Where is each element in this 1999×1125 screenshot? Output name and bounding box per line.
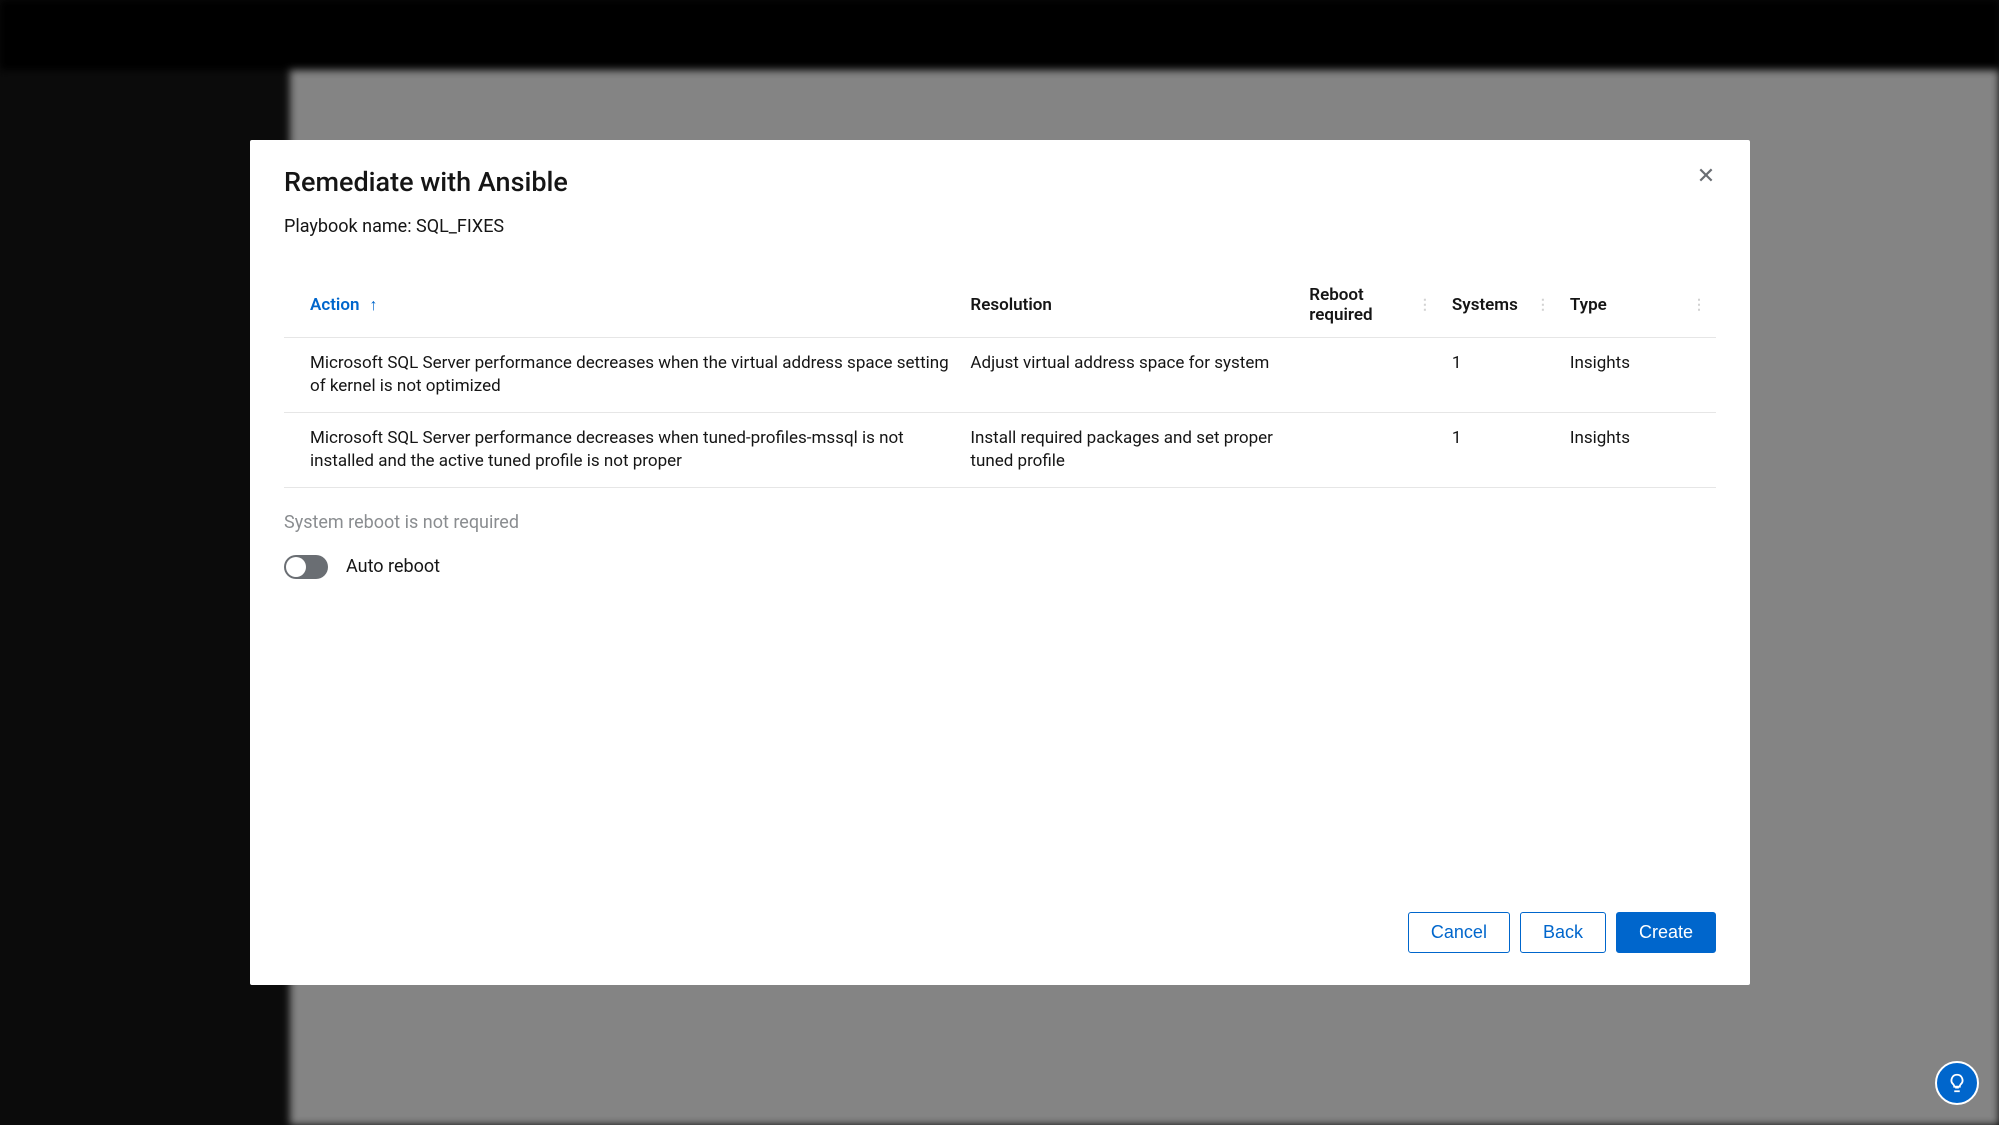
remediate-modal: Remediate with Ansible Playbook name: SQ… [250, 140, 1750, 985]
cell-reboot [1299, 412, 1442, 487]
auto-reboot-label: Auto reboot [346, 556, 440, 577]
sort-asc-icon: ↑ [369, 295, 377, 315]
playbook-name: SQL_FIXES [416, 216, 504, 237]
create-button[interactable]: Create [1616, 912, 1716, 953]
cell-reboot [1299, 338, 1442, 413]
table-row: Microsoft SQL Server performance decreas… [284, 412, 1716, 487]
actions-table: Action ↑ Resolution Reboot required ⋮ [284, 273, 1716, 488]
auto-reboot-toggle[interactable] [284, 555, 328, 579]
table-row: Microsoft SQL Server performance decreas… [284, 338, 1716, 413]
cell-action: Microsoft SQL Server performance decreas… [284, 412, 960, 487]
col-header-reboot[interactable]: Reboot required ⋮ [1299, 273, 1442, 338]
toggle-knob [286, 557, 306, 577]
sort-handle-icon: ⋮ [1684, 297, 1706, 313]
playbook-name-row: Playbook name: SQL_FIXES [284, 216, 1716, 237]
cell-resolution: Install required packages and set proper… [960, 412, 1299, 487]
sort-handle-icon: ⋮ [1410, 297, 1432, 313]
auto-reboot-row: Auto reboot [284, 555, 1716, 579]
col-label-resolution: Resolution [970, 295, 1051, 315]
sort-handle-icon: ⋮ [1528, 297, 1550, 313]
close-button[interactable]: ✕ [1690, 160, 1722, 192]
reboot-note: System reboot is not required [284, 512, 1716, 533]
cell-resolution: Adjust virtual address space for system [960, 338, 1299, 413]
modal-footer: Cancel Back Create [250, 892, 1750, 985]
col-header-systems[interactable]: Systems ⋮ [1442, 273, 1560, 338]
cancel-button[interactable]: Cancel [1408, 912, 1510, 953]
col-header-action[interactable]: Action ↑ [284, 273, 960, 338]
playbook-label: Playbook name: [284, 216, 412, 237]
col-label-type: Type [1570, 295, 1607, 315]
cell-type: Insights [1560, 338, 1716, 413]
cell-action: Microsoft SQL Server performance decreas… [284, 338, 960, 413]
col-header-resolution[interactable]: Resolution [960, 273, 1299, 338]
modal-body: Action ↑ Resolution Reboot required ⋮ [250, 245, 1750, 892]
help-fab[interactable] [1935, 1061, 1979, 1105]
back-button[interactable]: Back [1520, 912, 1606, 953]
close-icon: ✕ [1697, 163, 1715, 189]
lightbulb-icon [1946, 1072, 1968, 1094]
modal-header: Remediate with Ansible Playbook name: SQ… [250, 140, 1750, 245]
modal-title: Remediate with Ansible [284, 166, 1716, 198]
col-label-reboot: Reboot required [1309, 285, 1400, 325]
col-header-type[interactable]: Type ⋮ [1560, 273, 1716, 338]
cell-type: Insights [1560, 412, 1716, 487]
cell-systems: 1 [1442, 412, 1560, 487]
cell-systems: 1 [1442, 338, 1560, 413]
col-label-systems: Systems [1452, 295, 1518, 315]
col-label-action: Action [310, 295, 359, 315]
